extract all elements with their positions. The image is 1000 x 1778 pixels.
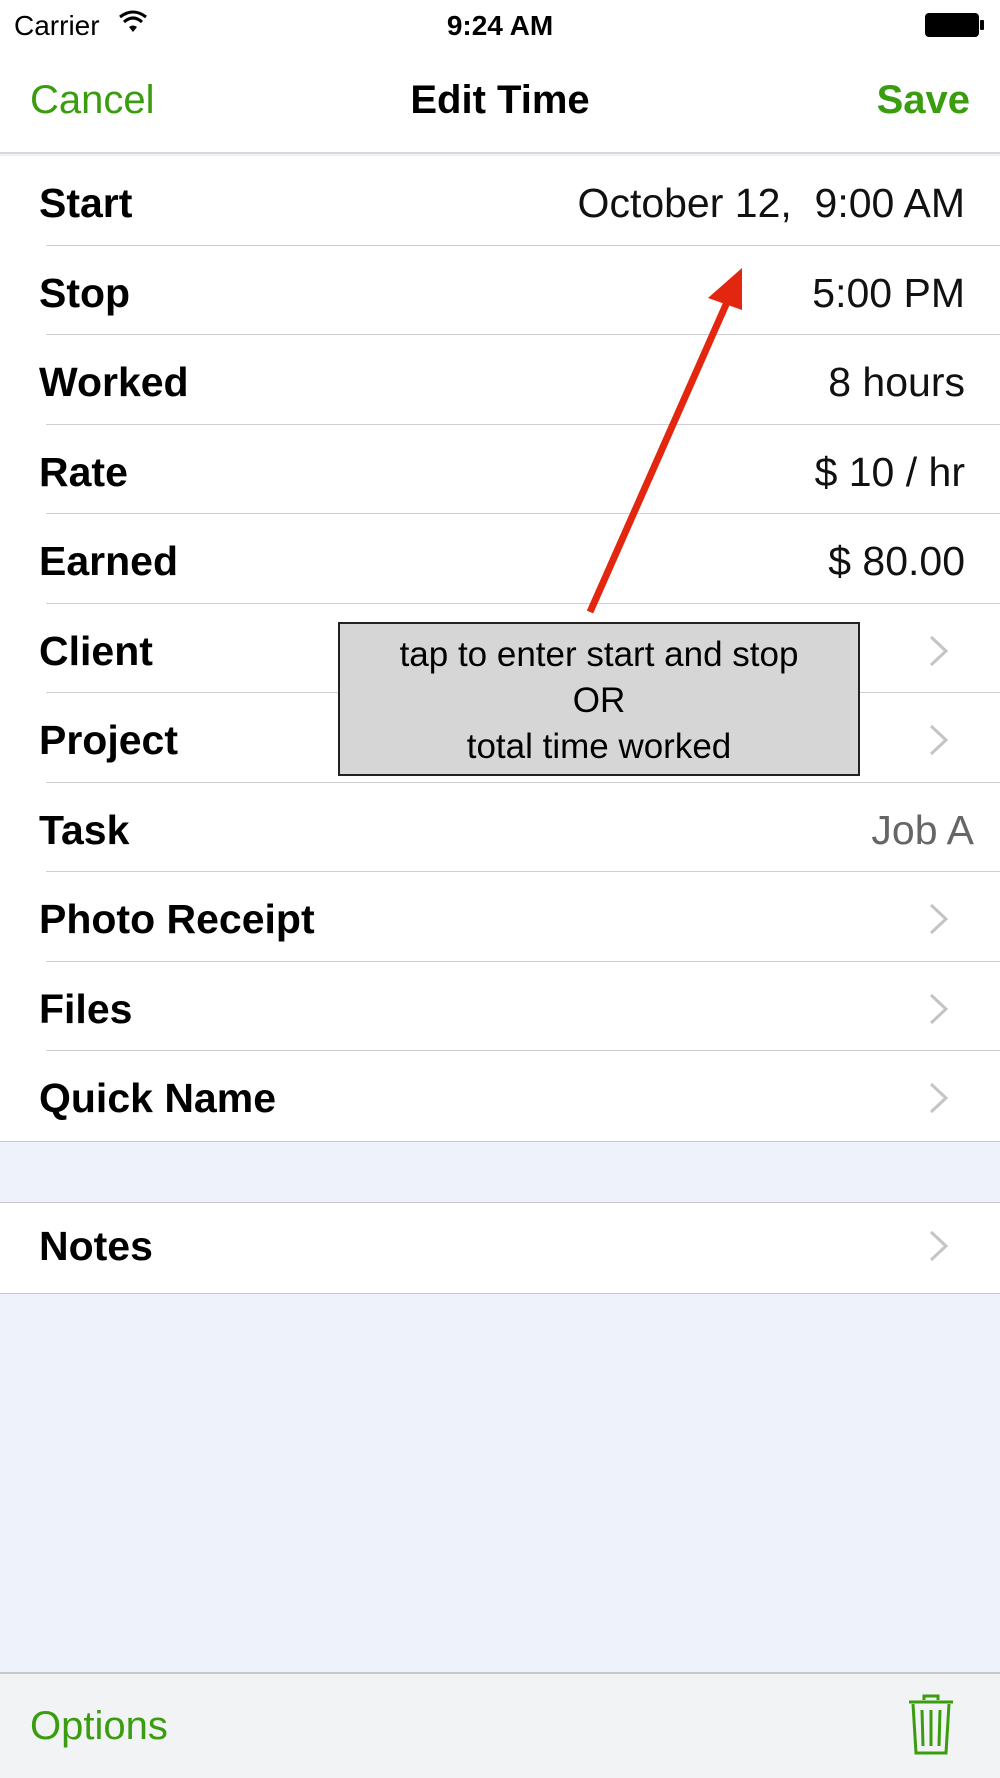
chevron-right-icon [928,902,950,936]
row-label: Start [39,180,133,226]
navigation-bar: Cancel Edit Time Save [0,50,1000,154]
chevron-right-icon [928,1081,950,1115]
row-label: Worked [39,359,189,405]
trash-icon[interactable] [908,1694,954,1761]
row-label: Project [39,717,178,763]
chevron-right-icon [928,992,950,1026]
annotation-callout: tap to enter start and stop OR total tim… [338,622,860,776]
row-quick-name[interactable]: Quick Name [0,1051,1000,1141]
row-start[interactable]: Start October 12, 9:00 AM [0,156,1000,246]
row-photo-receipt[interactable]: Photo Receipt [0,872,1000,962]
row-label: Rate [39,448,128,495]
row-notes[interactable]: Notes [0,1203,1000,1293]
row-label: Quick Name [39,1075,276,1121]
row-earned[interactable]: Earned $ 80.00 [0,514,1000,604]
task-value: Job A [871,806,974,853]
chevron-right-icon [928,723,950,757]
row-stop[interactable]: Stop 5:00 PM [0,246,1000,336]
row-label: Earned [39,538,178,584]
chevron-right-icon [928,1229,950,1263]
row-files[interactable]: Files [0,962,1000,1052]
row-label: Files [39,985,133,1032]
row-label: Task [39,806,130,853]
stop-value: 5:00 PM [812,269,965,316]
status-time: 9:24 AM [446,10,554,41]
rate-value: $ 10 / hr [814,448,965,495]
chevron-right-icon [928,634,950,668]
earned-value: $ 80.00 [828,538,965,584]
start-value: October 12, 9:00 AM [577,180,965,226]
row-worked[interactable]: Worked 8 hours [0,335,1000,425]
row-label: Notes [39,1223,153,1269]
save-button[interactable]: Save [877,78,970,123]
annotation-line: total time worked [466,727,732,766]
status-bar: Carrier 9:24 AM [0,0,1000,50]
row-label: Client [39,627,153,674]
battery-icon [924,12,986,43]
options-button[interactable]: Options [30,1704,168,1749]
worked-value: 8 hours [828,359,965,405]
bottom-toolbar: Options [0,1672,1000,1778]
notes-section: Notes [0,1202,1000,1294]
row-label: Photo Receipt [39,896,315,942]
page-title: Edit Time [410,78,590,122]
annotation-line: tap to enter start and stop [399,635,799,674]
row-task[interactable]: Task Job A [0,783,1000,873]
row-label: Stop [39,269,131,316]
row-rate[interactable]: Rate $ 10 / hr [0,425,1000,515]
annotation-line: OR [572,681,626,720]
